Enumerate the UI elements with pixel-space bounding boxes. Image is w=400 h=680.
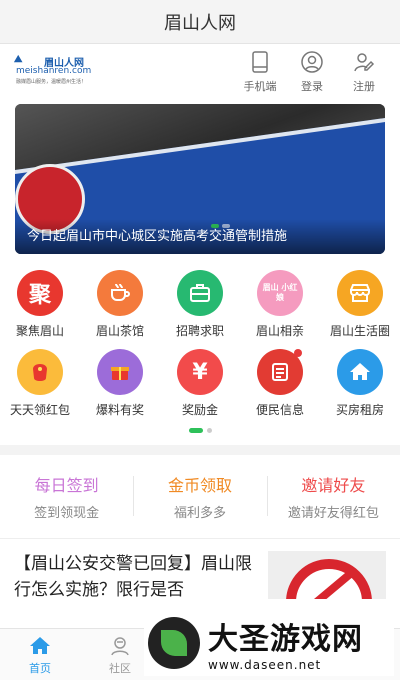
register-icon [354, 53, 375, 72]
watermark-name: 大圣游戏网 [208, 622, 363, 657]
grid-label: 眉山茶馆 [95, 324, 144, 338]
task-row: 每日签到 签到领现金 金币领取 福利多多 邀请好友 邀请好友得红包 [0, 455, 400, 539]
task-title: 金币领取 [167, 476, 232, 495]
news-thumbnail [268, 551, 386, 599]
grid-label: 招聘求职 [175, 324, 224, 338]
app-title: 眉山人网 [164, 12, 236, 34]
site-header: ⛰ 眉山人网 meishanren.com 融媒眉山服务，温暖眉州生活！ 手机端… [0, 44, 400, 96]
grid-item-tipoff[interactable]: 爆料有奖 [80, 349, 160, 418]
tab-home[interactable]: 首页 [0, 629, 80, 680]
grid-label: 买房租房 [335, 403, 384, 417]
heart-icon: 眉山 小红娘 [257, 270, 303, 316]
task-title: 每日签到 [34, 476, 99, 495]
task-subtitle: 福利多多 [173, 506, 226, 521]
mobile-icon [252, 51, 268, 73]
yen-icon: ¥ [177, 349, 223, 395]
red-packet-icon [17, 349, 63, 395]
app-title-bar: 眉山人网 [0, 0, 400, 44]
community-icon [111, 636, 129, 655]
task-subtitle: 邀请好友得红包 [287, 506, 379, 521]
gift-icon [97, 349, 143, 395]
grid-item-reward[interactable]: ¥ 奖励金 [160, 349, 240, 418]
site-logo[interactable]: ⛰ 眉山人网 meishanren.com 融媒眉山服务，温暖眉州生活！ [14, 50, 114, 90]
grid-label: 聚焦眉山 [15, 324, 64, 338]
register-button[interactable]: 注册 [338, 50, 390, 94]
section-divider [0, 445, 400, 455]
grid-label: 便民信息 [255, 403, 304, 417]
grid-item-housing[interactable]: 买房租房 [320, 349, 400, 418]
watermark-logo-icon [148, 617, 200, 669]
coin-claim-button[interactable]: 金币领取 福利多多 [133, 472, 266, 521]
grid-label: 爆料有奖 [95, 403, 144, 417]
tab-home-label: 首页 [29, 661, 51, 675]
focus-icon: 聚 [17, 270, 63, 316]
user-icon [301, 51, 323, 73]
notification-dot [294, 349, 302, 357]
grid-item-dating[interactable]: 眉山 小红娘 眉山相亲 [240, 270, 320, 339]
dating-glyph: 眉山 小红娘 [262, 283, 298, 302]
grid-label: 眉山相亲 [255, 324, 304, 338]
task-title: 邀请好友 [301, 476, 366, 495]
news-headline: 【眉山公安交警已回复】眉山限行怎么实施？限行是否 [14, 554, 252, 599]
tab-community-label: 社区 [109, 661, 131, 675]
logo-en: meishanren.com [16, 66, 92, 76]
banner-caption: 今日起眉山市中心城区实施高考交通管制措施 [15, 219, 385, 254]
login-label: 登录 [301, 80, 323, 93]
home-icon [30, 636, 50, 654]
grid-pager [0, 428, 400, 433]
logo-slogan: 融媒眉山服务，温暖眉州生活！ [16, 79, 87, 85]
grid-item-lifecircle[interactable]: 眉山生活圈 [320, 270, 400, 339]
task-subtitle: 签到领现金 [34, 506, 100, 521]
grid-label: 天天领红包 [9, 403, 70, 417]
shop-icon [337, 270, 383, 316]
login-button[interactable]: 登录 [286, 50, 338, 94]
house-icon [337, 349, 383, 395]
grid-item-redpacket[interactable]: 天天领红包 [0, 349, 80, 418]
briefcase-icon [177, 270, 223, 316]
grid-item-jobs[interactable]: 招聘求职 [160, 270, 240, 339]
daily-checkin-button[interactable]: 每日签到 签到领现金 [0, 472, 133, 521]
register-label: 注册 [353, 80, 375, 93]
mobile-button[interactable]: 手机端 [234, 50, 286, 94]
grid-item-teahouse[interactable]: 眉山茶馆 [80, 270, 160, 339]
grid-label: 奖励金 [181, 403, 218, 417]
logo-figure-icon: ⛰ [14, 54, 23, 65]
watermark-url: www.daseen.net [208, 658, 322, 672]
grid-item-focus[interactable]: 聚 聚焦眉山 [0, 270, 80, 339]
invite-friends-button[interactable]: 邀请好友 邀请好友得红包 [266, 472, 400, 521]
mobile-label: 手机端 [243, 80, 277, 93]
tea-cup-icon [97, 270, 143, 316]
banner-carousel[interactable]: 今日起眉山市中心城区实施高考交通管制措施 [15, 104, 385, 254]
grid-item-info[interactable]: 便民信息 [240, 349, 320, 418]
grid-label: 眉山生活圈 [329, 324, 390, 338]
watermark: 大圣游戏网 www.daseen.net [144, 610, 394, 676]
news-item[interactable]: 【眉山公安交警已回复】眉山限行怎么实施？限行是否 [0, 539, 400, 599]
category-grid: 聚 聚焦眉山 眉山茶馆 招聘求职 眉山 小红娘 眉山相亲 眉山生活圈 天天领红包 [0, 270, 400, 418]
